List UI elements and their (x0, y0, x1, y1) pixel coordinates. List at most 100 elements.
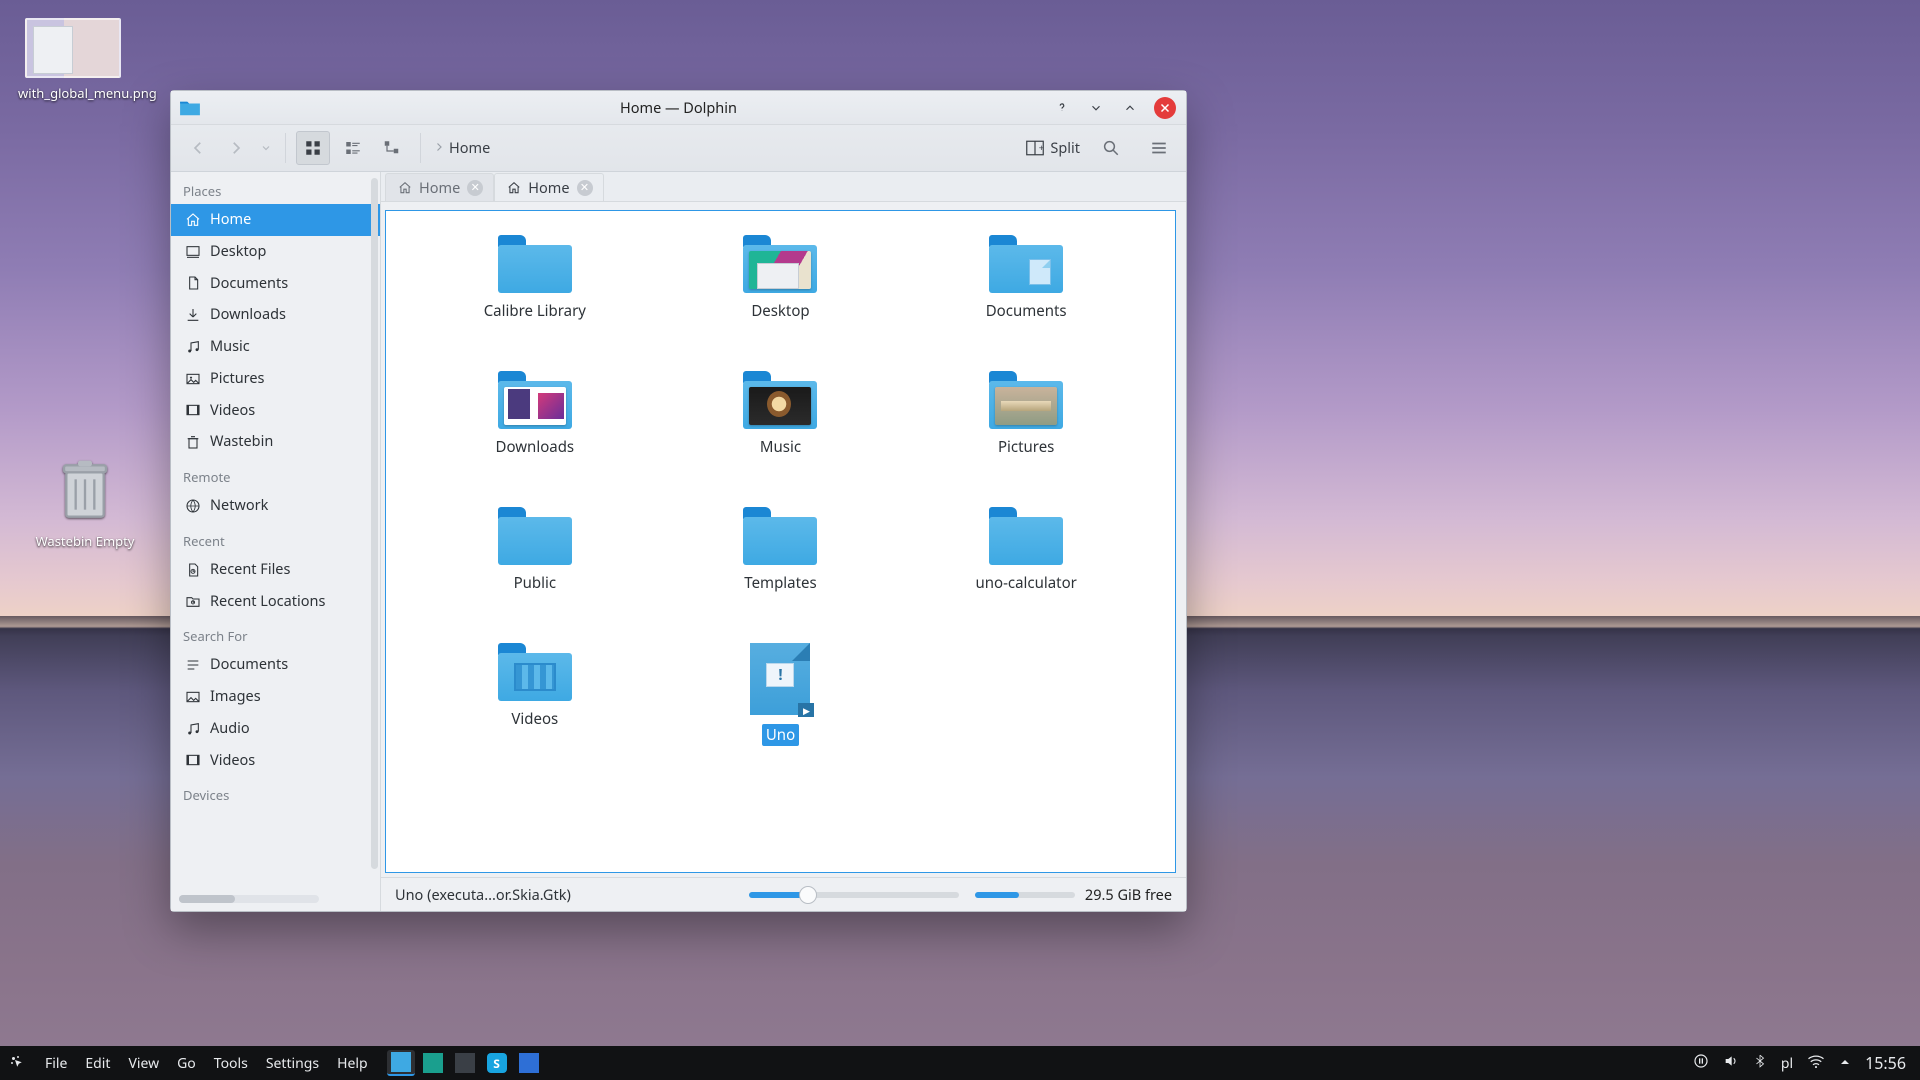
file-item[interactable]: Templates (670, 507, 890, 637)
desktop-icon-screenshot[interactable]: with_global_menu.png (18, 18, 128, 102)
sidebar-item-home[interactable]: Home (171, 204, 380, 236)
file-item[interactable]: Music (670, 371, 890, 501)
note-overlay-icon (1029, 259, 1051, 285)
nav-back-button[interactable] (181, 131, 215, 165)
file-label: Videos (507, 708, 562, 730)
volume-icon[interactable] (1723, 1053, 1739, 1074)
desktop-icon-label: with_global_menu.png (18, 84, 128, 102)
menu-tools[interactable]: Tools (205, 1054, 257, 1073)
sidebar-heading: Devices (171, 776, 380, 808)
sidebar-item-label: Videos (210, 400, 255, 422)
file-label: uno-calculator (971, 572, 1080, 594)
folder-thumbnail (749, 387, 811, 425)
recent-files-icon (185, 562, 201, 578)
sidebar-item-images[interactable]: Images (171, 681, 380, 713)
sidebar-item-wastebin[interactable]: Wastebin (171, 426, 380, 458)
file-item[interactable]: Public (425, 507, 645, 637)
sidebar-item-label: Images (210, 686, 261, 708)
tab-label: Home (419, 178, 460, 198)
menu-go[interactable]: Go (168, 1054, 205, 1073)
home-icon (185, 212, 201, 228)
keyboard-layout[interactable]: pl (1781, 1054, 1793, 1073)
selection-info: Uno (executa...or.Skia.Gtk) (395, 885, 571, 905)
file-item[interactable]: Downloads (425, 371, 645, 501)
task-dolphin[interactable] (387, 1050, 415, 1076)
view-details-button[interactable] (376, 131, 410, 165)
sidebar-item-desktop[interactable]: Desktop (171, 236, 380, 268)
file-item[interactable]: Calibre Library (425, 235, 645, 365)
folder-thumbnail (995, 387, 1057, 425)
hamburger-menu-button[interactable] (1142, 131, 1176, 165)
zoom-slider[interactable] (749, 892, 959, 898)
search-button[interactable] (1094, 131, 1128, 165)
network-icon[interactable] (1807, 1054, 1825, 1073)
desktop-icon-wastebin[interactable]: Wastebin Empty (30, 460, 140, 550)
menu-edit[interactable]: Edit (76, 1054, 119, 1073)
folder-thumbnail (504, 387, 566, 425)
menu-view[interactable]: View (119, 1054, 168, 1073)
minimize-button[interactable] (1086, 98, 1106, 118)
nav-history-button[interactable] (257, 131, 275, 165)
sidebar-hscrollbar[interactable] (179, 895, 319, 903)
task-app[interactable] (515, 1050, 543, 1076)
file-label: Public (510, 572, 561, 594)
close-button[interactable] (1154, 97, 1176, 119)
window-controls (1052, 91, 1186, 124)
bluetooth-icon[interactable] (1753, 1053, 1767, 1074)
pictures-icon (185, 371, 201, 387)
nav-forward-button[interactable] (219, 131, 253, 165)
sidebar-item-label: Recent Files (210, 559, 290, 581)
task-terminal[interactable] (451, 1050, 479, 1076)
slider-thumb[interactable] (799, 886, 817, 904)
tab-close-button[interactable]: ✕ (577, 180, 593, 196)
tray-expand-icon[interactable] (1839, 1054, 1851, 1073)
sidebar-item-pictures[interactable]: Pictures (171, 363, 380, 395)
menu-file[interactable]: File (36, 1054, 76, 1073)
sidebar-item-documents[interactable]: Documents (171, 268, 380, 300)
plasma-icon (9, 1054, 27, 1072)
sidebar-item-recent-locations[interactable]: Recent Locations (171, 586, 380, 618)
split-label: Split (1050, 138, 1080, 158)
sidebar-item-videos[interactable]: Videos (171, 745, 380, 777)
maximize-button[interactable] (1120, 98, 1140, 118)
sidebar-item-music[interactable]: Music (171, 331, 380, 363)
help-button[interactable] (1052, 98, 1072, 118)
tab-close-button[interactable]: ✕ (467, 180, 483, 196)
media-controls-icon[interactable] (1693, 1053, 1709, 1074)
breadcrumb-segment[interactable]: Home (449, 138, 490, 158)
file-item[interactable]: Videos (425, 643, 645, 773)
menu-help[interactable]: Help (328, 1054, 377, 1073)
file-icon-view[interactable]: Calibre LibraryDesktopDocuments Downloads… (385, 210, 1176, 873)
sidebar-item-videos[interactable]: Videos (171, 395, 380, 427)
chevron-down-icon (260, 142, 272, 154)
sidebar-item-downloads[interactable]: Downloads (171, 299, 380, 331)
sidebar-item-label: Recent Locations (210, 591, 325, 613)
view-icons-button[interactable] (296, 131, 330, 165)
sidebar-scrollbar[interactable] (371, 178, 378, 869)
menu-settings[interactable]: Settings (257, 1054, 328, 1073)
file-item[interactable]: Documents (916, 235, 1136, 365)
downloads-icon (185, 307, 201, 323)
titlebar[interactable]: Home — Dolphin (171, 91, 1186, 125)
tab-home-2[interactable]: Home ✕ (494, 173, 603, 201)
tab-home-1[interactable]: Home ✕ (385, 173, 494, 201)
grid-icon (304, 139, 322, 157)
sidebar-item-label: Wastebin (210, 431, 273, 453)
task-skype[interactable]: S (483, 1050, 511, 1076)
search-audio-icon (185, 721, 201, 737)
sidebar-item-recent-files[interactable]: Recent Files (171, 554, 380, 586)
file-item[interactable]: Desktop (670, 235, 890, 365)
file-item[interactable]: uno-calculator (916, 507, 1136, 637)
file-item[interactable]: Pictures (916, 371, 1136, 501)
sidebar-item-documents[interactable]: Documents (171, 649, 380, 681)
breadcrumb[interactable]: Home (433, 138, 490, 158)
sidebar-item-audio[interactable]: Audio (171, 713, 380, 745)
clock[interactable]: 15:56 (1865, 1052, 1906, 1074)
file-item[interactable]: ▶Uno (670, 643, 890, 773)
app-launcher[interactable] (0, 1046, 36, 1080)
app-icon (179, 99, 201, 117)
view-compact-button[interactable] (336, 131, 370, 165)
split-view-button[interactable]: + Split (1026, 138, 1080, 158)
sidebar-item-network[interactable]: Network (171, 490, 380, 522)
task-edge[interactable] (419, 1050, 447, 1076)
